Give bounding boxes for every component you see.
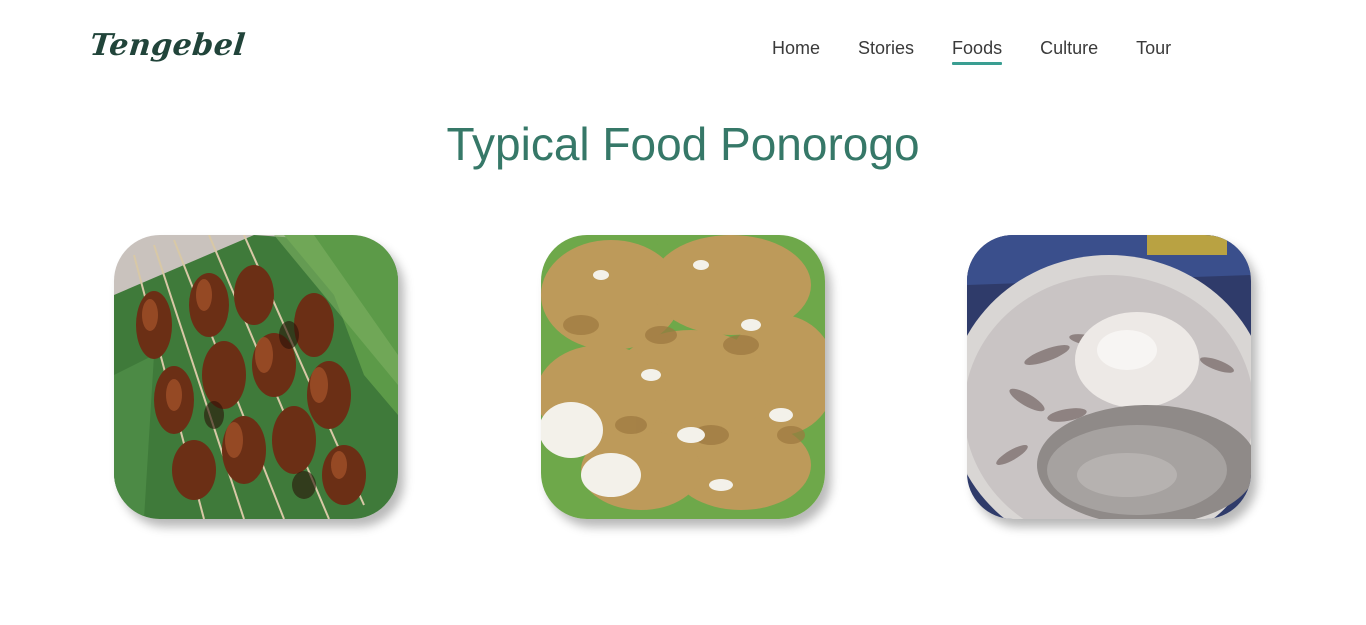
site-logo[interactable]: Tengebel	[88, 28, 247, 63]
sate-skewers-photo	[114, 235, 398, 519]
nav-stories[interactable]: Stories	[858, 38, 914, 63]
food-card-tiwul[interactable]	[541, 235, 825, 519]
page-title: Typical Food Ponorogo	[446, 118, 920, 170]
page: Tengebel Home Stories Foods Culture Tour…	[0, 0, 1366, 625]
dawet-drink-photo	[967, 235, 1251, 519]
food-card-dawet[interactable]	[967, 235, 1251, 519]
food-card-sate[interactable]	[114, 235, 398, 519]
nav-home[interactable]: Home	[772, 38, 820, 63]
nav-foods[interactable]: Foods	[952, 38, 1003, 65]
tiwul-cassava-photo	[541, 235, 825, 519]
nav-tour[interactable]: Tour	[1136, 38, 1171, 63]
main-nav: Home Stories Foods Culture Tour	[772, 38, 1209, 65]
nav-culture[interactable]: Culture	[1040, 38, 1098, 63]
